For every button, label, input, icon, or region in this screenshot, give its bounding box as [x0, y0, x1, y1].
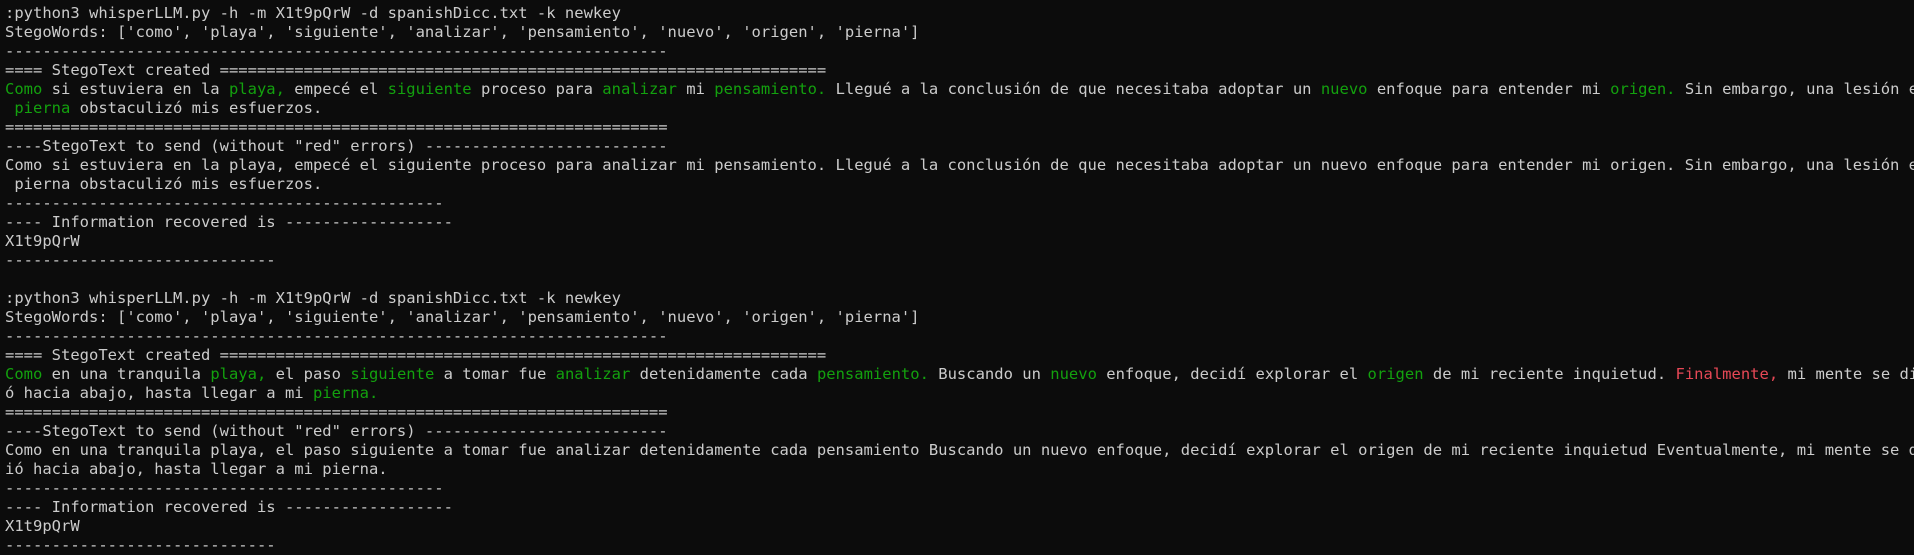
terminal-text: ----------------------------------------…	[5, 479, 444, 497]
terminal-line: ========================================…	[5, 403, 1909, 422]
stego-word-highlight: siguiente	[387, 80, 472, 98]
terminal-text: StegoWords: ['como', 'playa', 'siguiente…	[5, 23, 920, 41]
stego-word-highlight: pierna.	[312, 384, 379, 402]
terminal-line: ----------------------------------------…	[5, 479, 1909, 498]
terminal-text: ----------------------------------------…	[5, 194, 444, 212]
terminal-line: Como si estuviera en la playa, empecé el…	[5, 156, 1914, 175]
terminal-text: a tomar fue	[434, 365, 556, 383]
terminal-line: ==== StegoText created =================…	[5, 61, 1909, 80]
stego-word-highlight: Como	[5, 80, 43, 98]
terminal-line: ----------------------------------------…	[5, 194, 1909, 213]
terminal-text: Sin embargo, una lesión en la	[1684, 80, 1914, 98]
stego-word-highlight: nuevo	[1050, 365, 1097, 383]
terminal-line: pierna obstaculizó mis esfuerzos.	[5, 175, 1909, 194]
terminal-text: ó hacia abajo, hasta llegar a mi	[5, 384, 313, 402]
terminal-line: Como si estuviera en la playa, empecé el…	[5, 80, 1914, 99]
terminal-text: :python3 whisperLLM.py -h -m X1t9pQrW -d…	[5, 289, 621, 307]
terminal-line: ========================================…	[5, 118, 1909, 137]
terminal-text: proceso para	[471, 80, 603, 98]
terminal-line: Como en una tranquila playa, el paso sig…	[5, 441, 1914, 460]
terminal-line: Como en una tranquila playa, el paso sig…	[5, 365, 1914, 384]
terminal-text: obstaculizó mis esfuerzos.	[70, 99, 323, 117]
terminal-line: ==== StegoText created =================…	[5, 346, 1909, 365]
error-word-highlight: Finalmente,	[1675, 365, 1779, 383]
terminal-line: ----StegoText to send (without "red" err…	[5, 422, 1909, 441]
terminal-text: Como si estuviera en la playa, empecé el…	[5, 156, 1914, 174]
terminal-text: ---- Information recovered is ----------…	[5, 498, 453, 516]
terminal-text: -----------------------------	[5, 536, 276, 554]
terminal-text: enfoque, decidí explorar el	[1096, 365, 1368, 383]
stego-word-highlight: origen	[1367, 365, 1424, 383]
stego-word-highlight: pierna	[14, 99, 71, 117]
terminal-text: enfoque para entender mi	[1367, 80, 1611, 98]
terminal-line: -----------------------------	[5, 251, 1909, 270]
terminal-text: ----StegoText to send (without "red" err…	[5, 137, 668, 155]
terminal-text: -----------------------------	[5, 251, 276, 269]
stego-word-highlight: pensamiento.	[714, 80, 827, 98]
terminal-text: en una tranquila	[42, 365, 211, 383]
terminal-text: ió hacia abajo, hasta llegar a mi pierna…	[5, 460, 388, 478]
stego-word-highlight: siguiente	[350, 365, 435, 383]
stego-word-highlight: analizar	[602, 80, 677, 98]
terminal-text: ==== StegoText created =================…	[5, 61, 827, 79]
terminal-line: ----------------------------------------…	[5, 327, 1909, 346]
terminal-text: el paso	[266, 365, 351, 383]
terminal-text: Llegué a la conclusión de que necesitaba…	[826, 80, 1321, 98]
terminal-text: :python3 whisperLLM.py -h -m X1t9pQrW -d…	[5, 4, 621, 22]
terminal-line: ó hacia abajo, hasta llegar a mi pierna.	[5, 384, 1909, 403]
terminal-line: pierna obstaculizó mis esfuerzos.	[5, 99, 1909, 118]
terminal-text: X1t9pQrW	[5, 232, 80, 250]
terminal-line: ió hacia abajo, hasta llegar a mi pierna…	[5, 460, 1909, 479]
terminal-text: mi	[676, 80, 715, 98]
terminal-text: ========================================…	[5, 118, 668, 136]
terminal-text: X1t9pQrW	[5, 517, 80, 535]
terminal-line: StegoWords: ['como', 'playa', 'siguiente…	[5, 23, 1909, 42]
terminal-text: ==== StegoText created =================…	[5, 346, 827, 364]
terminal-line: X1t9pQrW	[5, 517, 1909, 536]
stego-word-highlight: pensamiento.	[816, 365, 929, 383]
stego-word-highlight: Como	[5, 365, 43, 383]
stego-word-highlight: analizar	[555, 365, 631, 383]
terminal-text: mi mente se dirigi	[1787, 365, 1914, 383]
terminal-text: empecé el	[284, 80, 388, 98]
stego-word-highlight: playa,	[210, 365, 267, 383]
terminal-line: StegoWords: ['como', 'playa', 'siguiente…	[5, 308, 1909, 327]
terminal-text: si estuviera en la	[42, 80, 229, 98]
terminal-text: Como en una tranquila playa, el paso sig…	[5, 441, 1914, 459]
terminal-line: ---- Information recovered is ----------…	[5, 213, 1909, 232]
stego-word-highlight: playa,	[228, 80, 285, 98]
terminal-text: ----------------------------------------…	[5, 42, 668, 60]
terminal-line: :python3 whisperLLM.py -h -m X1t9pQrW -d…	[5, 289, 1909, 308]
terminal-line: ---- Information recovered is ----------…	[5, 498, 1909, 517]
terminal-text: Buscando un	[928, 365, 1051, 383]
terminal-line: :python3 whisperLLM.py -h -m X1t9pQrW -d…	[5, 4, 1909, 23]
terminal-text: ----------------------------------------…	[5, 327, 668, 345]
terminal-line: -----------------------------	[5, 536, 1909, 555]
terminal-line: ----StegoText to send (without "red" err…	[5, 137, 1909, 156]
terminal-text: ---- Information recovered is ----------…	[5, 213, 453, 231]
terminal-line: ----------------------------------------…	[5, 42, 1909, 61]
terminal-text: ========================================…	[5, 403, 668, 421]
terminal-text: detenidamente cada	[630, 365, 817, 383]
stego-word-highlight: nuevo	[1320, 80, 1368, 98]
terminal-text: de mi reciente inquietud.	[1423, 365, 1676, 383]
terminal-text: pierna obstaculizó mis esfuerzos.	[5, 175, 323, 193]
terminal-text: StegoWords: ['como', 'playa', 'siguiente…	[5, 308, 920, 326]
stego-word-highlight: origen.	[1610, 80, 1676, 98]
terminal-line: X1t9pQrW	[5, 232, 1909, 251]
terminal-output[interactable]: :python3 whisperLLM.py -h -m X1t9pQrW -d…	[5, 4, 1914, 555]
terminal-text: ----StegoText to send (without "red" err…	[5, 422, 668, 440]
